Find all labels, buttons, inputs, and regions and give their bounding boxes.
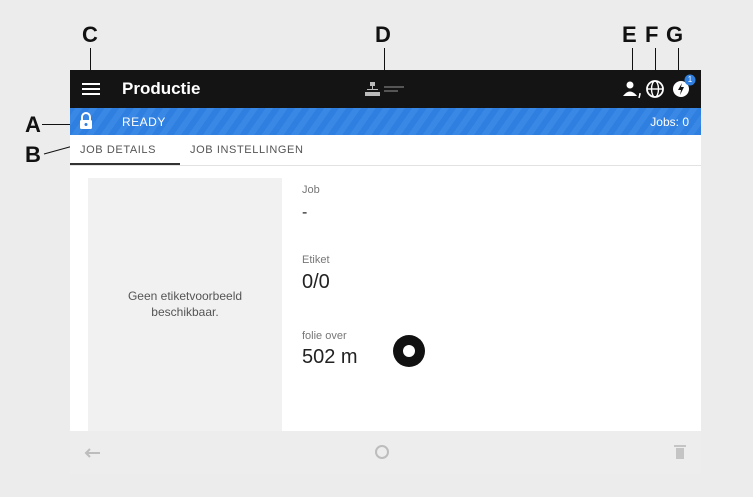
job-label: Job (302, 184, 320, 196)
menu-icon[interactable] (82, 81, 100, 97)
notification-icon[interactable] (670, 74, 698, 100)
callout-d: D (375, 22, 391, 47)
foil-roll-icon (393, 335, 425, 367)
callout-a: A (25, 112, 41, 137)
jobs-count: Jobs: 0 (650, 115, 689, 129)
etiket-value: 0/0 (302, 271, 330, 293)
job-value: - (302, 204, 308, 221)
page-title: Productie (122, 79, 201, 98)
label-preview: Geen etiketvoorbeeld beschikbaar. (88, 178, 282, 431)
status-bar: READY Jobs: 0 (70, 108, 701, 135)
callout-b: B (25, 142, 41, 167)
user-icon[interactable] (622, 79, 642, 99)
device-screen: Productie 1 READY Jobs: 0 JOB DETAILS JO… (70, 70, 701, 474)
status-text: READY (122, 115, 166, 129)
trash-icon[interactable] (673, 443, 687, 461)
active-tab-indicator (70, 163, 180, 165)
home-icon[interactable] (374, 444, 390, 460)
bottom-nav (70, 431, 701, 474)
callout-c: C (82, 22, 98, 47)
top-bar: Productie 1 (70, 70, 701, 108)
preview-text-line1: Geen etiketvoorbeeld (127, 289, 243, 303)
network-icon[interactable] (364, 81, 410, 99)
tab-job-instellingen[interactable]: JOB INSTELLINGEN (190, 144, 304, 156)
tab-job-details[interactable]: JOB DETAILS (80, 144, 156, 156)
notification-badge: 1 (687, 75, 693, 84)
callout-g: G (666, 22, 684, 47)
globe-icon[interactable] (645, 79, 665, 99)
callout-e: E (622, 22, 637, 47)
foil-value: 502 m (302, 346, 358, 368)
tab-bar: JOB DETAILS JOB INSTELLINGEN (70, 135, 701, 166)
callout-f: F (645, 22, 659, 47)
back-icon[interactable] (84, 447, 102, 459)
preview-placeholder: Geen etiketvoorbeeld beschikbaar. (88, 288, 282, 320)
lock-icon[interactable] (78, 112, 94, 130)
etiket-label: Etiket (302, 254, 330, 266)
preview-text-line2: beschikbaar. (151, 305, 219, 319)
foil-label: folie over (302, 330, 347, 342)
